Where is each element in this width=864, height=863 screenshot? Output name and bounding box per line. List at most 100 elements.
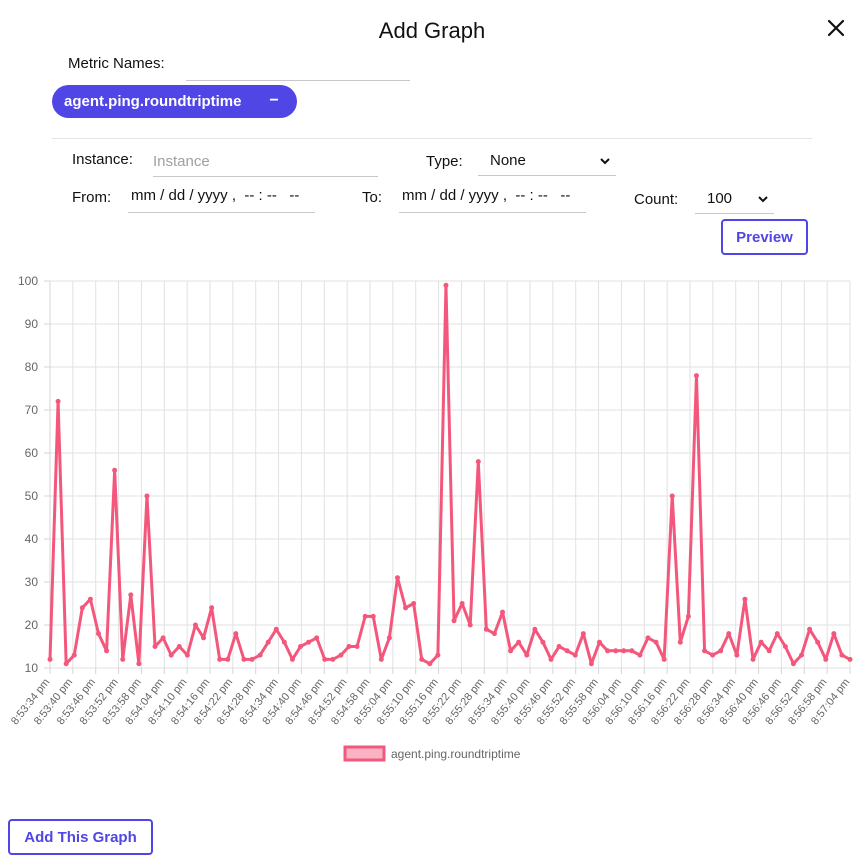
- legend-label: agent.ping.roundtriptime: [391, 747, 521, 761]
- add-graph-dialog: Add Graph Metric Names: agent.ping.round…: [0, 0, 864, 863]
- data-point: [289, 656, 295, 662]
- y-tick-label: 40: [25, 532, 39, 546]
- data-point: [79, 605, 85, 611]
- data-point: [209, 605, 215, 611]
- data-point: [693, 373, 699, 379]
- data-point: [677, 639, 683, 645]
- data-point: [556, 644, 562, 649]
- data-point: [629, 648, 635, 654]
- data-point: [596, 639, 602, 645]
- data-point: [370, 613, 376, 619]
- data-point: [192, 622, 198, 628]
- data-point: [669, 493, 675, 499]
- y-tick-label: 50: [25, 489, 39, 503]
- data-point: [104, 648, 110, 654]
- data-point: [176, 644, 182, 649]
- data-point: [403, 605, 409, 611]
- y-tick-label: 20: [25, 618, 39, 632]
- data-point: [491, 631, 497, 637]
- data-point: [427, 661, 433, 667]
- data-point: [63, 661, 69, 667]
- data-point: [782, 644, 788, 649]
- data-point: [87, 596, 93, 602]
- y-tick-label: 70: [25, 403, 39, 417]
- data-point: [168, 652, 174, 658]
- y-tick-label: 100: [18, 274, 38, 288]
- data-point: [152, 644, 158, 649]
- data-point: [435, 652, 441, 658]
- line-chart: 100 90 80 70 60 50 40 30 20 10 8:53:34 pm8:53:40 …: [9, 274, 853, 762]
- data-point: [225, 656, 231, 662]
- y-tick-label: 10: [25, 661, 39, 675]
- data-point: [621, 648, 627, 654]
- data-point: [71, 652, 77, 658]
- data-point: [564, 648, 570, 654]
- data-point: [774, 631, 780, 637]
- data-point: [742, 596, 748, 602]
- data-point: [548, 656, 554, 662]
- data-point: [847, 656, 853, 662]
- data-point: [815, 639, 821, 645]
- data-point: [314, 635, 320, 641]
- y-tick-label: 90: [25, 317, 39, 331]
- y-axis-ticks: 100 90 80 70 60 50 40 30 20 10: [18, 274, 38, 675]
- data-point: [144, 493, 150, 499]
- data-point: [217, 656, 223, 662]
- data-point: [95, 631, 101, 637]
- data-point: [120, 656, 126, 662]
- chart-legend: agent.ping.roundtriptime: [343, 745, 521, 762]
- data-point: [112, 467, 118, 473]
- data-point: [249, 656, 255, 662]
- data-point: [483, 626, 489, 632]
- data-point: [588, 661, 594, 667]
- y-tick-label: 30: [25, 575, 39, 589]
- data-point: [653, 639, 659, 645]
- data-point: [443, 282, 449, 288]
- data-point: [500, 609, 506, 615]
- data-point: [532, 626, 538, 632]
- data-point: [613, 648, 619, 654]
- data-point: [524, 652, 530, 658]
- data-point: [346, 644, 352, 649]
- data-point: [726, 631, 732, 637]
- data-point: [451, 618, 457, 624]
- data-point: [330, 656, 336, 662]
- data-point: [257, 652, 263, 658]
- data-point: [233, 631, 239, 637]
- data-point: [362, 613, 368, 619]
- data-point: [459, 601, 465, 606]
- data-point: [394, 575, 400, 581]
- data-point: [475, 459, 481, 465]
- data-point: [281, 639, 287, 645]
- data-point: [273, 626, 279, 632]
- data-point: [661, 656, 667, 662]
- data-point: [411, 601, 417, 606]
- data-point: [354, 644, 360, 649]
- data-point: [467, 622, 473, 628]
- data-point: [685, 613, 691, 619]
- data-point: [241, 656, 247, 662]
- data-point: [807, 626, 813, 632]
- data-point: [298, 644, 304, 649]
- data-point: [338, 652, 344, 658]
- y-tick-label: 80: [25, 360, 39, 374]
- data-point: [136, 661, 142, 667]
- data-point: [790, 661, 796, 667]
- data-point: [572, 652, 578, 658]
- data-point: [419, 656, 425, 662]
- data-point: [750, 656, 756, 662]
- data-point: [823, 656, 829, 662]
- data-point: [766, 648, 772, 654]
- add-this-graph-button[interactable]: Add This Graph: [8, 819, 153, 855]
- data-point: [47, 656, 53, 662]
- data-point: [758, 639, 764, 645]
- data-point: [540, 639, 546, 645]
- data-point: [637, 652, 643, 658]
- y-tick-label: 60: [25, 446, 39, 460]
- series-line: [48, 283, 851, 666]
- data-point: [605, 648, 611, 654]
- data-point: [306, 639, 312, 645]
- data-point: [516, 639, 522, 645]
- data-point: [645, 635, 651, 641]
- data-point: [799, 652, 805, 658]
